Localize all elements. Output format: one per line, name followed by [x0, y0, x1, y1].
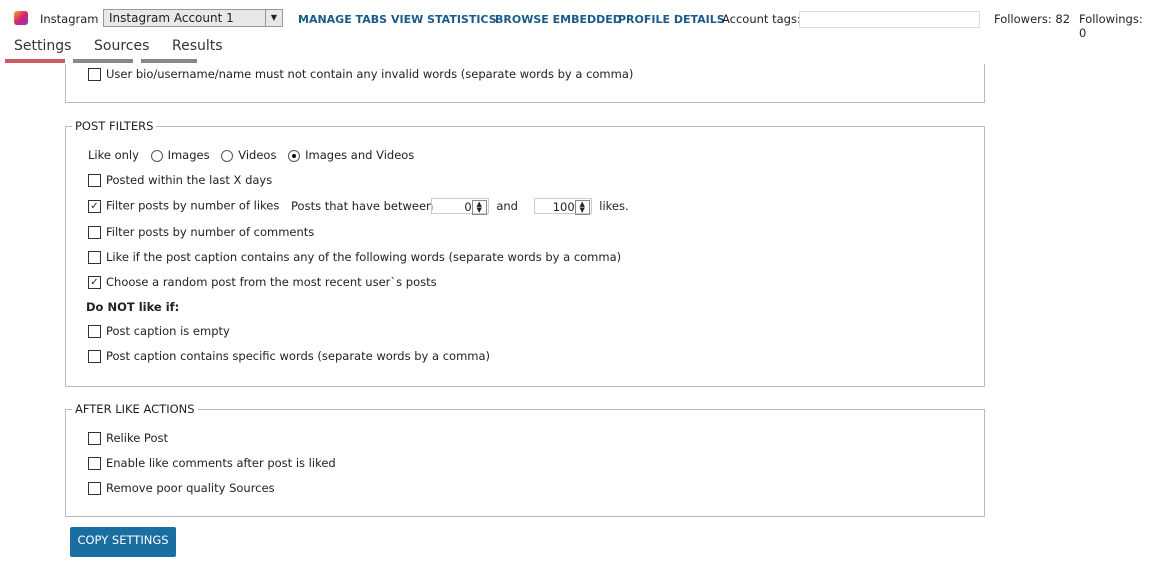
followings-count: Followings: 0 — [1079, 12, 1143, 40]
like-only-row: Like only Images Videos Images and Video… — [88, 148, 414, 162]
checkbox[interactable] — [88, 350, 101, 363]
relike-option[interactable]: Relike Post — [88, 431, 168, 445]
followers-count: Followers: 82 — [994, 12, 1071, 26]
empty-caption-option[interactable]: Post caption is empty — [88, 324, 230, 338]
instagram-logo-icon — [14, 11, 28, 25]
min-likes-value: 0 — [464, 200, 472, 214]
app-label: Instagram — [40, 12, 99, 26]
post-filters-title: POST FILTERS — [72, 119, 157, 133]
chevron-down-icon: ▼ — [265, 10, 282, 26]
spin-arrows-icon[interactable]: ▲ ▼ — [471, 200, 487, 215]
radio-images[interactable] — [150, 149, 163, 162]
spin-arrows-icon[interactable]: ▲ ▼ — [574, 200, 590, 215]
view-statistics-link[interactable]: VIEW STATISTICS — [391, 13, 497, 26]
checkbox-checked[interactable]: ✓ — [88, 199, 101, 213]
after-like-group: AFTER LIKE ACTIONS Relike Post Enable li… — [65, 402, 985, 517]
profile-details-link[interactable]: PROFILE DETAILS — [618, 13, 725, 26]
checkbox[interactable] — [88, 68, 101, 81]
posted-label: Posted within the last X days — [106, 173, 273, 187]
likes-label: Filter posts by number of likes — [106, 198, 280, 213]
bio-option[interactable]: User bio/username/name must not contain … — [88, 67, 633, 81]
specific-words-option[interactable]: Post caption contains specific words (se… — [88, 349, 490, 363]
account-select[interactable]: Instagram Account 1 ▼ — [103, 9, 283, 27]
checkbox[interactable] — [88, 174, 101, 187]
checkbox[interactable] — [88, 482, 101, 495]
radio-videos-label: Videos — [238, 148, 277, 162]
caption-option[interactable]: Like if the post caption contains any of… — [88, 250, 621, 264]
after-like-title: AFTER LIKE ACTIONS — [72, 402, 198, 416]
random-option[interactable]: ✓ Choose a random post from the most rece… — [88, 275, 437, 289]
remove-sources-label: Remove poor quality Sources — [106, 481, 275, 495]
account-tags-input[interactable] — [799, 11, 980, 28]
manage-tabs-link[interactable]: MANAGE TABS — [298, 13, 387, 26]
tab-sources[interactable]: Sources — [94, 38, 149, 54]
specific-words-label: Post caption contains specific words (se… — [106, 349, 491, 363]
min-likes-stepper[interactable]: 0 ▲ ▼ — [430, 198, 489, 215]
checkbox[interactable] — [88, 432, 101, 445]
post-filters-group: POST FILTERS Like only Images Videos Ima… — [65, 119, 985, 387]
do-not-like-heading: Do NOT like if: — [86, 300, 180, 314]
posted-option[interactable]: Posted within the last X days — [88, 173, 272, 187]
radio-images-and-videos-label: Images and Videos — [305, 148, 415, 162]
max-likes-stepper[interactable]: 100 ▲ ▼ — [533, 198, 592, 215]
comments-label: Filter posts by number of comments — [106, 225, 315, 239]
likes-option[interactable]: ✓ Filter posts by number of likes Posts t… — [88, 198, 629, 215]
bio-label: User bio/username/name must not contain … — [106, 67, 634, 81]
and-label: and — [496, 198, 518, 213]
checkbox[interactable] — [88, 325, 101, 338]
max-likes-value: 100 — [552, 200, 575, 214]
tab-settings[interactable]: Settings — [14, 38, 71, 54]
tab-results-indicator — [141, 59, 197, 63]
caption-label: Like if the post caption contains any of… — [106, 250, 622, 264]
tab-results[interactable]: Results — [172, 38, 223, 54]
radio-images-label: Images — [167, 148, 210, 162]
account-tags-label: Account tags: — [722, 12, 801, 26]
like-comments-option[interactable]: Enable like comments after post is liked — [88, 456, 336, 470]
copy-settings-button[interactable]: COPY SETTINGS — [70, 527, 176, 557]
account-value: Instagram Account 1 — [109, 11, 234, 25]
remove-sources-option[interactable]: Remove poor quality Sources — [88, 481, 275, 495]
checkbox-checked[interactable]: ✓ — [88, 276, 101, 289]
radio-videos[interactable] — [221, 149, 234, 162]
between-label: Posts that have between — [291, 198, 434, 213]
random-label: Choose a random post from the most recen… — [106, 275, 437, 289]
like-comments-label: Enable like comments after post is liked — [106, 456, 336, 470]
comments-option[interactable]: Filter posts by number of comments — [88, 225, 314, 239]
likes-suffix: likes. — [599, 198, 629, 213]
browse-embedded-link[interactable]: BROWSE EMBEDDED — [495, 13, 622, 26]
source-filters-group: User bio/username/name must not contain … — [65, 64, 985, 103]
empty-caption-label: Post caption is empty — [106, 324, 230, 338]
checkbox[interactable] — [88, 226, 101, 239]
checkbox[interactable] — [88, 457, 101, 470]
like-only-label: Like only — [88, 148, 139, 162]
checkbox[interactable] — [88, 251, 101, 264]
tab-settings-indicator — [5, 59, 65, 63]
tab-sources-indicator — [73, 59, 133, 63]
relike-label: Relike Post — [106, 431, 168, 445]
radio-images-and-videos[interactable] — [288, 149, 301, 162]
